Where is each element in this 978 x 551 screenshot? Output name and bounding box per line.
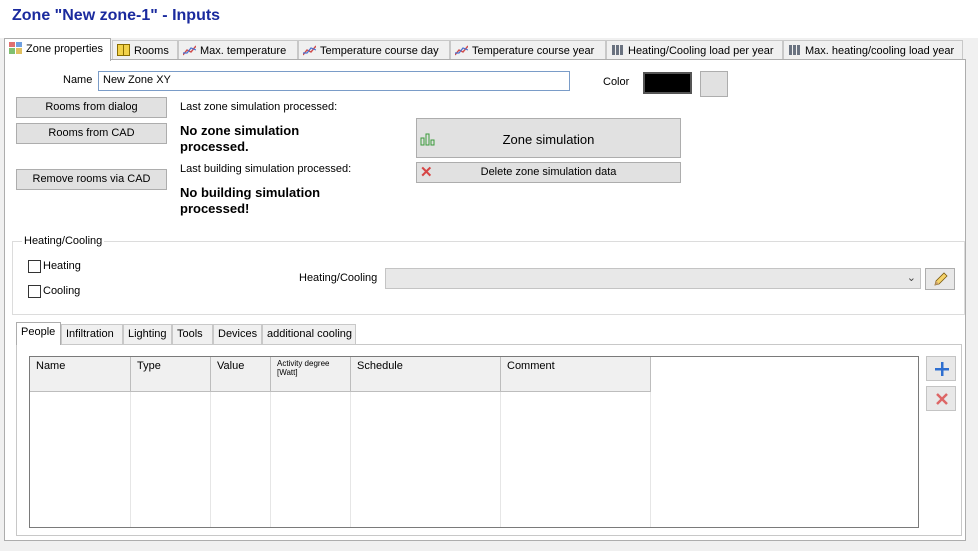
add-person-button[interactable] bbox=[926, 356, 956, 381]
tab-devices[interactable]: Devices bbox=[213, 324, 262, 344]
radiator-icon bbox=[789, 45, 800, 55]
pencil-icon bbox=[934, 272, 948, 286]
cooling-label: Cooling bbox=[43, 285, 81, 297]
last-building-sim-value-line1: No building simulation bbox=[180, 185, 321, 200]
top-tab-bar: Zone properties Rooms Max. temperature T… bbox=[4, 38, 966, 61]
line-chart-icon bbox=[455, 45, 468, 56]
column-header-type[interactable]: Type bbox=[131, 357, 211, 392]
tab-rooms[interactable]: Rooms bbox=[112, 40, 178, 60]
tab-infiltration[interactable]: Infiltration bbox=[61, 324, 123, 344]
sub-tab-bar: People Infiltration Lighting Tools Devic… bbox=[16, 322, 956, 345]
column-header-schedule[interactable]: Schedule bbox=[351, 357, 501, 392]
delete-icon: ✕ bbox=[420, 164, 433, 181]
tab-temperature-course-year[interactable]: Temperature course year bbox=[450, 40, 606, 60]
tab-label: Temperature course year bbox=[472, 45, 595, 57]
tab-people[interactable]: People bbox=[16, 322, 61, 345]
radiator-icon bbox=[612, 45, 623, 55]
delete-icon bbox=[936, 393, 948, 405]
tab-label: Heating/Cooling load per year bbox=[628, 45, 774, 57]
last-zone-sim-value-line1: No zone simulation bbox=[180, 123, 300, 138]
tab-label: Max. heating/cooling load year bbox=[805, 45, 955, 57]
zone-properties-panel: Name New Zone XY Color Rooms from dialog… bbox=[4, 59, 966, 541]
people-table[interactable]: Name Type Value Activity degree [Watt] S… bbox=[29, 356, 919, 528]
zone-name-input[interactable]: New Zone XY bbox=[98, 71, 570, 91]
line-chart-icon bbox=[183, 45, 196, 56]
zone-simulation-label: Zone simulation bbox=[502, 132, 595, 147]
zone-icon bbox=[9, 42, 22, 54]
heating-label: Heating bbox=[43, 260, 81, 272]
column-header-name[interactable]: Name bbox=[30, 357, 131, 392]
tab-heating-cooling-load-per-year[interactable]: Heating/Cooling load per year bbox=[606, 40, 783, 60]
delete-zone-simulation-data-label: Delete zone simulation data bbox=[480, 166, 617, 178]
zone-simulation-button[interactable]: Zone simulation bbox=[416, 118, 681, 158]
cooling-checkbox[interactable] bbox=[28, 285, 41, 298]
last-zone-sim-value-line2: processed. bbox=[180, 139, 249, 154]
heating-cooling-select[interactable]: ⌄ bbox=[385, 268, 921, 289]
activity-degree-label: Activity degree bbox=[277, 359, 330, 368]
tab-tools[interactable]: Tools bbox=[172, 324, 213, 344]
activity-degree-unit: [Watt] bbox=[277, 368, 298, 377]
tab-label: Max. temperature bbox=[200, 45, 287, 57]
tab-label: Zone properties bbox=[26, 43, 104, 55]
rooms-from-cad-button[interactable]: Rooms from CAD bbox=[16, 123, 167, 144]
heating-cooling-select-label: Heating/Cooling bbox=[299, 272, 378, 284]
edit-heating-cooling-button[interactable] bbox=[925, 268, 955, 290]
last-building-sim-value-line2: processed! bbox=[180, 201, 250, 216]
tab-max-temperature[interactable]: Max. temperature bbox=[178, 40, 298, 60]
color-label: Color bbox=[603, 76, 630, 88]
color-picker-button[interactable] bbox=[700, 71, 728, 97]
bar-chart-icon bbox=[420, 133, 435, 146]
window-title: Zone "New zone-1" - Inputs bbox=[12, 7, 221, 24]
tab-additional-cooling[interactable]: additional cooling bbox=[262, 324, 356, 344]
last-zone-sim-label: Last zone simulation processed: bbox=[180, 101, 338, 113]
heating-checkbox[interactable] bbox=[28, 260, 41, 273]
line-chart-icon bbox=[303, 45, 316, 56]
column-header-activity-degree[interactable]: Activity degree [Watt] bbox=[271, 357, 351, 392]
chevron-down-icon: ⌄ bbox=[906, 272, 916, 284]
heating-cooling-group-title: Heating/Cooling bbox=[22, 235, 105, 247]
rooms-from-dialog-button[interactable]: Rooms from dialog bbox=[16, 97, 167, 118]
rooms-icon bbox=[117, 44, 130, 56]
last-building-sim-label: Last building simulation processed: bbox=[180, 163, 352, 175]
tab-zone-properties[interactable]: Zone properties bbox=[4, 38, 111, 61]
tab-label: Temperature course day bbox=[320, 45, 439, 57]
plus-icon bbox=[935, 362, 949, 376]
tab-temperature-course-day[interactable]: Temperature course day bbox=[298, 40, 450, 60]
remove-person-button[interactable] bbox=[926, 386, 956, 411]
column-header-value[interactable]: Value bbox=[211, 357, 271, 392]
column-header-comment[interactable]: Comment bbox=[501, 357, 651, 392]
color-swatch[interactable] bbox=[643, 72, 692, 94]
tab-lighting[interactable]: Lighting bbox=[123, 324, 172, 344]
remove-rooms-via-cad-button[interactable]: Remove rooms via CAD bbox=[16, 169, 167, 190]
delete-zone-simulation-data-button[interactable]: ✕ Delete zone simulation data bbox=[416, 162, 681, 183]
tab-max-heating-cooling-load-year[interactable]: Max. heating/cooling load year bbox=[783, 40, 963, 60]
name-label: Name bbox=[63, 74, 93, 86]
tab-label: Rooms bbox=[134, 45, 169, 57]
